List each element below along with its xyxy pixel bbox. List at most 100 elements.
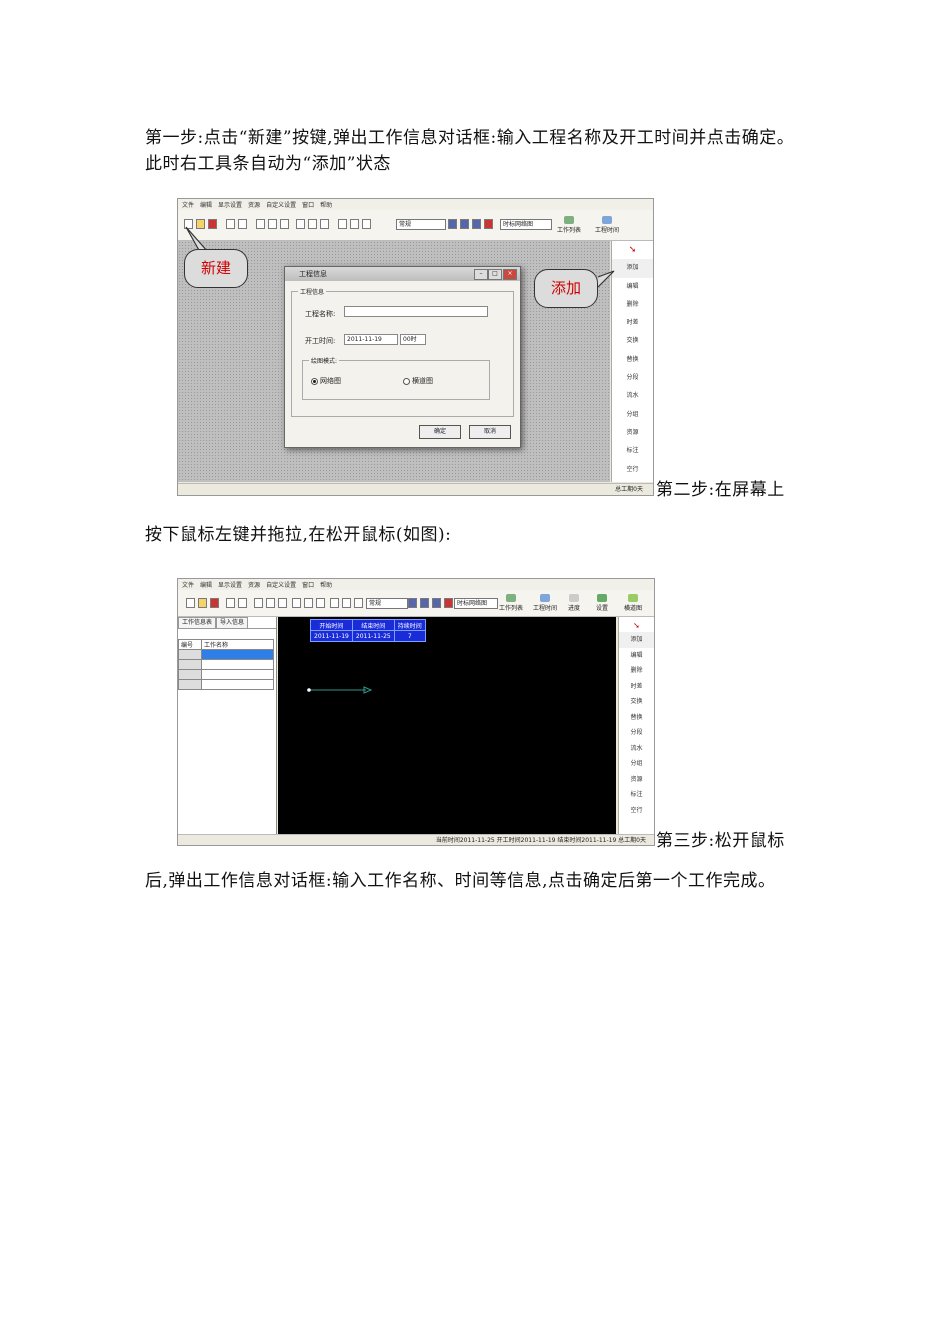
close-icon[interactable]: ×: [503, 269, 517, 280]
tool-swap[interactable]: 交换: [612, 332, 653, 350]
marker-icon[interactable]: [444, 598, 453, 608]
progress-button[interactable]: 进度: [562, 594, 586, 612]
tool-edit[interactable]: 编辑: [612, 278, 653, 296]
tool-delete[interactable]: 删除: [612, 296, 653, 314]
settings-button[interactable]: 设置: [590, 594, 614, 612]
layers-icon[interactable]: [350, 219, 359, 229]
tool-group[interactable]: 分组: [612, 406, 653, 424]
ok-button[interactable]: 确定: [419, 425, 461, 439]
work-list-button[interactable]: 工作列表: [496, 594, 526, 612]
table-icon[interactable]: [362, 219, 371, 229]
bar-chart-radio[interactable]: 横道图: [403, 376, 433, 386]
zoom-actual-icon[interactable]: [304, 598, 313, 608]
row-name-cell[interactable]: [201, 649, 274, 660]
tool-segment[interactable]: 分段: [612, 369, 653, 387]
zoom-in-icon[interactable]: [292, 598, 301, 608]
vertical-icon[interactable]: [432, 598, 441, 608]
menu-custom[interactable]: 自定义设置: [266, 200, 296, 209]
open-folder-icon[interactable]: [196, 219, 205, 229]
tool-annotate[interactable]: 标注: [619, 787, 654, 803]
layers-icon[interactable]: [342, 598, 351, 608]
save-icon[interactable]: [210, 598, 219, 608]
menu-display[interactable]: 显示设置: [218, 580, 242, 589]
tool-float[interactable]: 时差: [619, 679, 654, 695]
row-name-cell[interactable]: [201, 679, 274, 690]
project-time-button[interactable]: 工程时间: [592, 216, 622, 234]
bar-chart-button[interactable]: 横道图: [618, 594, 648, 612]
new-file-icon[interactable]: [186, 598, 195, 608]
marker-icon[interactable]: [484, 219, 493, 229]
project-name-input[interactable]: [344, 306, 488, 317]
drawing-canvas[interactable]: 开始时间 结束时间 持续时间 2011-11-19 2011-11-25 7: [278, 617, 616, 834]
menu-help[interactable]: 帮助: [320, 200, 332, 209]
vertical-icon[interactable]: [472, 219, 481, 229]
copy-icon[interactable]: [278, 598, 287, 608]
tool-resource[interactable]: 资源: [619, 772, 654, 788]
row-name-cell[interactable]: [201, 669, 274, 680]
zoom-out-icon[interactable]: [320, 219, 329, 229]
save-icon[interactable]: [208, 219, 217, 229]
print-preview-icon[interactable]: [226, 219, 235, 229]
table-row[interactable]: [178, 659, 274, 670]
network-radio[interactable]: 网络图: [311, 376, 341, 386]
work-list-button[interactable]: 工作列表: [554, 216, 584, 234]
table-row[interactable]: [178, 679, 274, 690]
tool-replace[interactable]: 替换: [612, 351, 653, 369]
tool-resource[interactable]: 资源: [612, 424, 653, 442]
tool-segment[interactable]: 分段: [619, 725, 654, 741]
menu-resource[interactable]: 资源: [248, 200, 260, 209]
tab-import-info[interactable]: 导入信息: [216, 617, 249, 628]
zoom-in-icon[interactable]: [296, 219, 305, 229]
zoom-out-icon[interactable]: [316, 598, 325, 608]
table-row[interactable]: [178, 649, 274, 660]
tool-blank-row[interactable]: 空行: [619, 803, 654, 819]
tab-work-info[interactable]: 工作信息表: [178, 617, 217, 628]
tool-edit[interactable]: 编辑: [619, 648, 654, 664]
collapse-icon[interactable]: [460, 219, 469, 229]
menu-window[interactable]: 窗口: [302, 580, 314, 589]
grid-icon[interactable]: [330, 598, 339, 608]
expand-icon[interactable]: [448, 219, 457, 229]
menu-edit[interactable]: 编辑: [200, 580, 212, 589]
menu-file[interactable]: 文件: [182, 200, 194, 209]
collapse-icon[interactable]: [420, 598, 429, 608]
start-hour-stepper[interactable]: 00时: [400, 334, 426, 345]
menu-custom[interactable]: 自定义设置: [266, 580, 296, 589]
menu-file[interactable]: 文件: [182, 580, 194, 589]
tool-float[interactable]: 时差: [612, 314, 653, 332]
tool-replace[interactable]: 替换: [619, 710, 654, 726]
print-icon[interactable]: [238, 219, 247, 229]
zoom-actual-icon[interactable]: [308, 219, 317, 229]
menu-edit[interactable]: 编辑: [200, 200, 212, 209]
project-time-button[interactable]: 工程时间: [530, 594, 560, 612]
redo-icon[interactable]: [266, 598, 275, 608]
menu-display[interactable]: 显示设置: [218, 200, 242, 209]
menu-help[interactable]: 帮助: [320, 580, 332, 589]
row-name-cell[interactable]: [201, 659, 274, 670]
tool-add[interactable]: 添加: [612, 259, 653, 278]
redo-icon[interactable]: [268, 219, 277, 229]
tool-flow[interactable]: 流水: [612, 387, 653, 405]
mode-select[interactable]: 时标网络图: [500, 219, 552, 230]
tool-delete[interactable]: 删除: [619, 663, 654, 679]
copy-icon[interactable]: [280, 219, 289, 229]
view-select[interactable]: 常规: [366, 598, 408, 609]
minimize-icon[interactable]: –: [474, 269, 488, 280]
view-select[interactable]: 常规: [396, 219, 446, 230]
tool-add[interactable]: 添加: [619, 632, 654, 648]
mode-select[interactable]: 时标网络图: [454, 598, 498, 609]
menu-window[interactable]: 窗口: [302, 200, 314, 209]
undo-icon[interactable]: [256, 219, 265, 229]
grid-icon[interactable]: [338, 219, 347, 229]
tool-swap[interactable]: 交换: [619, 694, 654, 710]
print-preview-icon[interactable]: [226, 598, 235, 608]
tool-blank-row[interactable]: 空行: [612, 461, 653, 479]
tool-group[interactable]: 分组: [619, 756, 654, 772]
tool-annotate[interactable]: 标注: [612, 442, 653, 460]
expand-icon[interactable]: [408, 598, 417, 608]
menu-resource[interactable]: 资源: [248, 580, 260, 589]
print-icon[interactable]: [238, 598, 247, 608]
start-date-picker[interactable]: 2011-11-19: [344, 334, 398, 345]
pointer-icon[interactable]: ➘: [612, 241, 653, 259]
open-folder-icon[interactable]: [198, 598, 207, 608]
